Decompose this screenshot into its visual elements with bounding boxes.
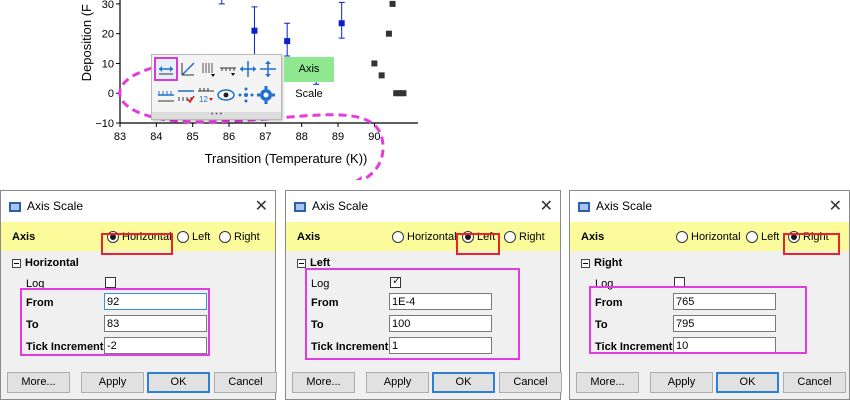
svg-text:12: 12 <box>199 95 208 104</box>
apply-button[interactable]: Apply <box>366 372 429 393</box>
y-tick-label: −10 <box>95 118 114 130</box>
axis-selector: Axis Horizontal Left Right <box>286 222 560 251</box>
cancel-button[interactable]: Cancel <box>214 372 277 393</box>
app-icon <box>294 202 306 212</box>
collapse-icon[interactable] <box>297 258 306 268</box>
apply-button[interactable]: Apply <box>81 372 144 393</box>
close-icon[interactable]: ✕ <box>829 191 842 222</box>
x-tick-label: 88 <box>296 131 308 143</box>
x-tick-label: 84 <box>150 131 162 143</box>
axis-scale-icon[interactable] <box>154 57 178 81</box>
selected-axis-highlight <box>783 233 840 255</box>
dialog-title: Axis Scale <box>596 199 653 213</box>
toolbar-grip[interactable]: • • • <box>152 111 281 119</box>
flip-vertical-icon[interactable] <box>258 59 278 79</box>
y-axis-label: Deposition (F <box>79 4 94 81</box>
radio-horizontal[interactable]: Horizontal <box>676 229 741 245</box>
axis-label: Axis <box>581 231 605 243</box>
data-point <box>251 27 258 34</box>
radio-left[interactable]: Left <box>746 229 779 245</box>
dialog-titlebar[interactable]: Axis Scale ✕ <box>286 191 560 222</box>
log-checkbox[interactable] <box>105 277 116 288</box>
x-tick-label: 83 <box>114 131 126 143</box>
data-point <box>389 0 396 7</box>
reverse-ticks-icon[interactable]: 12 <box>196 85 216 105</box>
data-point <box>371 60 378 67</box>
y-tick-label: 30 <box>102 0 114 11</box>
settings-highlight <box>589 286 807 354</box>
x-tick-label: 86 <box>223 131 235 143</box>
app-icon <box>578 202 590 212</box>
section-header[interactable]: Horizontal <box>12 257 79 269</box>
more-button[interactable]: More... <box>576 372 639 393</box>
y-tick-label: 10 <box>102 58 114 70</box>
x-tick-label: 87 <box>259 131 271 143</box>
section-header[interactable]: Right <box>581 257 622 269</box>
radio-left[interactable]: Left <box>177 229 210 245</box>
tick-style-icon[interactable] <box>218 59 238 79</box>
selected-axis-highlight <box>456 233 500 255</box>
selected-axis-highlight <box>101 233 173 255</box>
ok-button[interactable]: OK <box>147 372 210 393</box>
rotate-icon[interactable] <box>236 85 256 105</box>
axis-mini-toolbar: 12 • • • <box>151 54 282 120</box>
dialog-buttons: More... Apply OK Cancel <box>1 365 277 399</box>
y-tick-label: 20 <box>102 29 114 41</box>
callout-arrowhead <box>355 176 362 180</box>
x-tick-label: 85 <box>187 131 199 143</box>
dialog-titlebar[interactable]: Axis Scale ✕ <box>570 191 849 222</box>
data-point <box>338 20 345 27</box>
radio-right[interactable]: Right <box>504 229 545 245</box>
data-point <box>400 90 407 97</box>
cancel-button[interactable]: Cancel <box>499 372 562 393</box>
tick-both-icon[interactable] <box>176 85 196 105</box>
ok-button[interactable]: OK <box>716 372 779 393</box>
dialog-title: Axis Scale <box>27 199 84 213</box>
tick-inside-icon[interactable] <box>198 59 218 79</box>
data-point <box>284 38 291 45</box>
app-icon <box>9 202 21 212</box>
dialog-buttons: More... Apply OK Cancel <box>286 365 562 399</box>
cancel-button[interactable]: Cancel <box>783 372 846 393</box>
tick-outward-icon[interactable] <box>156 85 176 105</box>
data-point <box>385 30 392 37</box>
rescale-icon[interactable] <box>178 59 198 79</box>
axis-scale-dialog-left: Axis Scale ✕ Axis Horizontal Left Right … <box>285 190 562 400</box>
close-icon[interactable]: ✕ <box>540 191 553 222</box>
settings-highlight <box>305 268 520 360</box>
dialog-titlebar[interactable]: Axis Scale ✕ <box>1 191 275 222</box>
apply-button[interactable]: Apply <box>650 372 713 393</box>
data-point <box>378 72 385 79</box>
settings-highlight <box>20 288 210 356</box>
axis-label: Axis <box>297 231 321 243</box>
axis-scale-tooltip: Axis Scale <box>284 57 334 100</box>
radio-horizontal[interactable]: Horizontal <box>392 229 457 245</box>
x-tick-label: 90 <box>368 131 380 143</box>
axis-scale-dialog-horizontal: Axis Scale ✕ Axis Horizontal Left Right … <box>0 190 277 400</box>
radio-right[interactable]: Right <box>219 229 260 245</box>
x-tick-label: 89 <box>332 131 344 143</box>
axis-settings-icon[interactable] <box>256 85 276 105</box>
collapse-icon[interactable] <box>581 258 590 268</box>
close-icon[interactable]: ✕ <box>255 191 268 222</box>
scatter-chart: 83 84 85 86 87 88 89 90 30 20 10 0 −10 Transition (Te… <box>79 0 418 180</box>
axis-label: Axis <box>12 231 36 243</box>
ok-button[interactable]: OK <box>432 372 495 393</box>
dialog-title: Axis Scale <box>312 199 369 213</box>
more-button[interactable]: More... <box>292 372 355 393</box>
collapse-icon[interactable] <box>12 258 21 268</box>
axis-scale-dialog-right: Axis Scale ✕ Axis Horizontal Left Right … <box>569 190 850 400</box>
show-hide-icon[interactable] <box>216 85 236 105</box>
dialog-buttons: More... Apply OK Cancel <box>570 365 849 399</box>
flip-horizontal-icon[interactable] <box>238 59 258 79</box>
x-axis-label: Transition (Temperature (K)) <box>205 151 368 166</box>
y-tick-label: 0 <box>108 88 114 100</box>
more-button[interactable]: More... <box>7 372 70 393</box>
